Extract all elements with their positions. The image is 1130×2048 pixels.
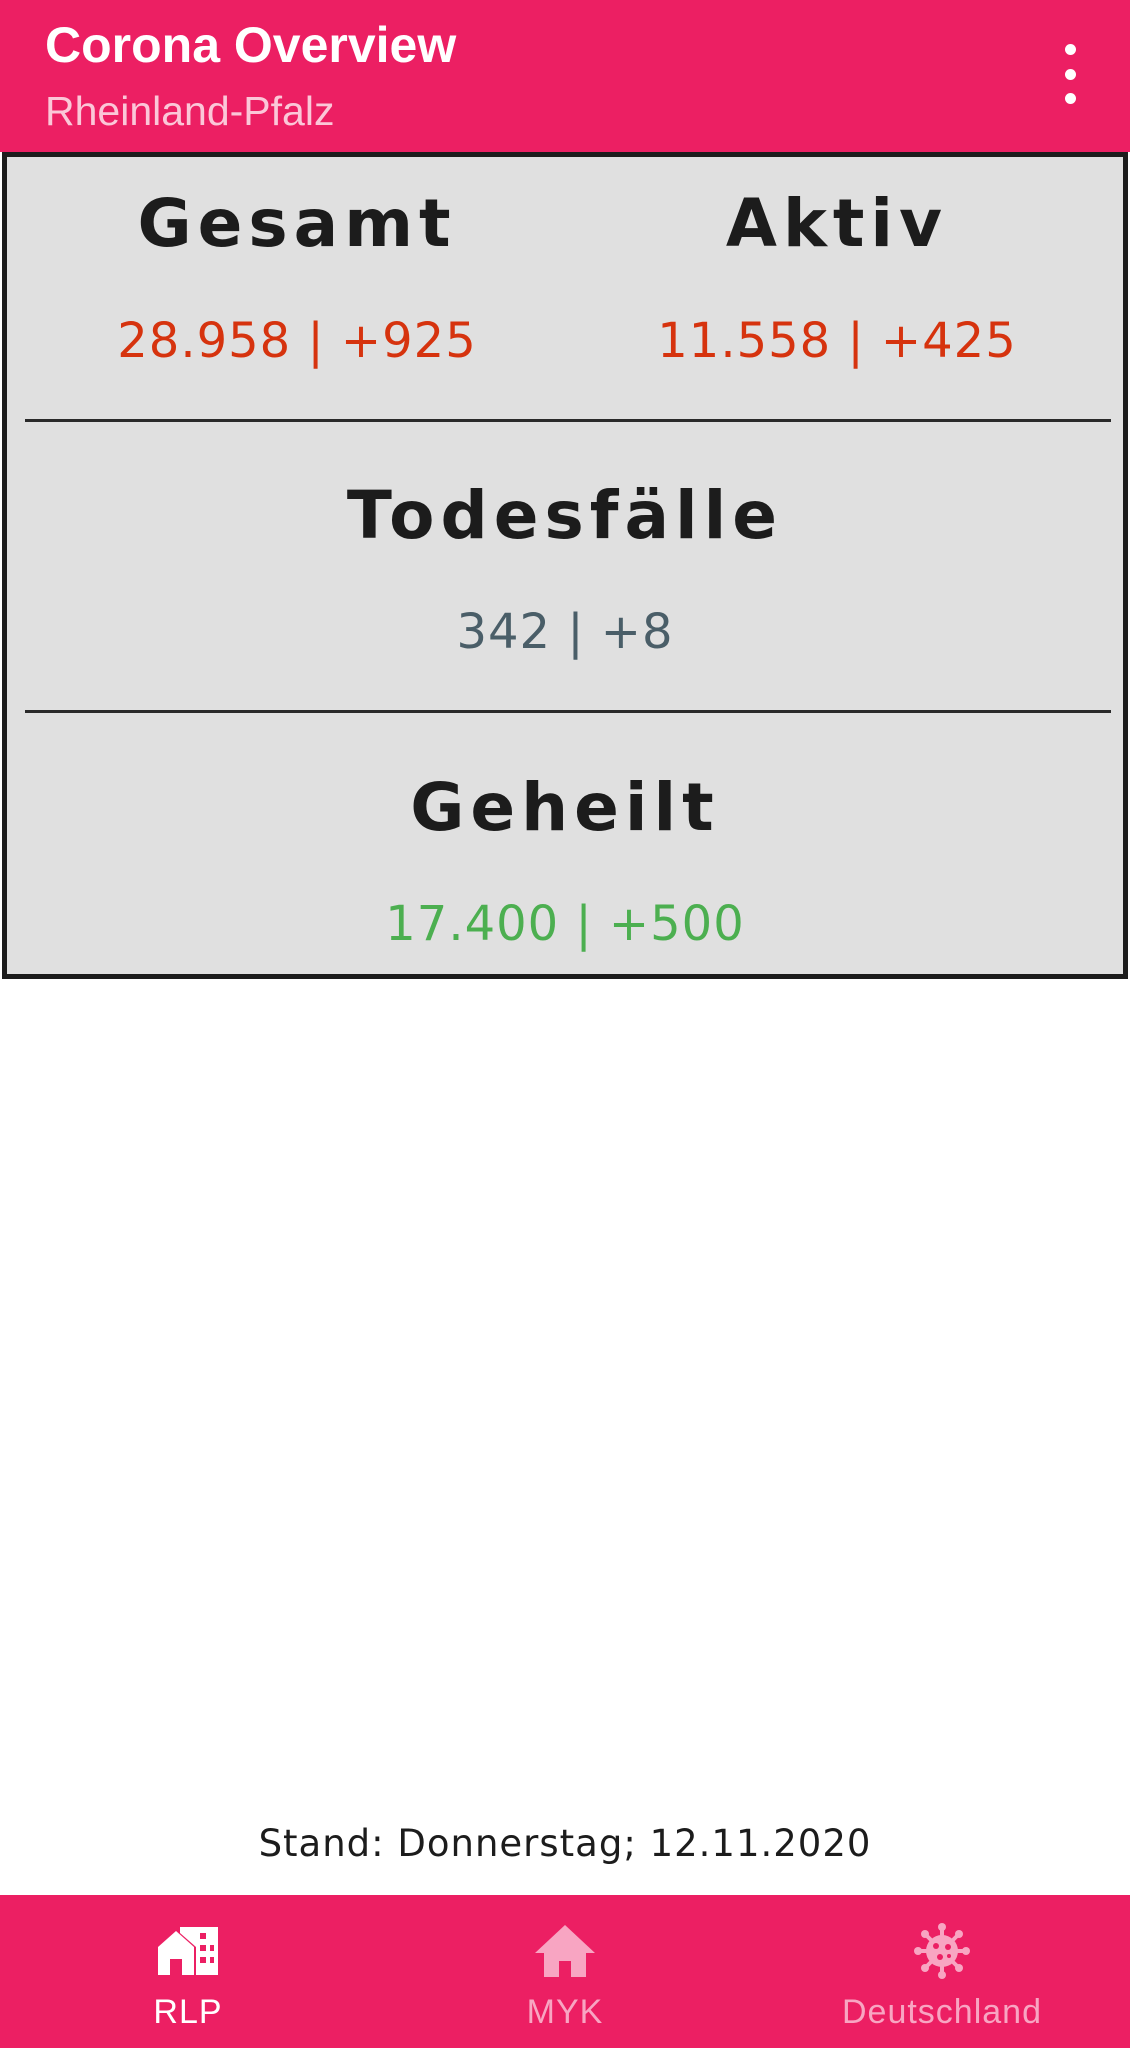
menu-dot [1064,93,1076,104]
divider [25,710,1111,713]
divider [25,419,1111,422]
aktiv-label: Aktiv [725,185,949,262]
virus-icon [914,1923,970,1979]
more-vert-icon[interactable] [1050,44,1090,104]
app-title: Corona Overview [45,17,457,73]
geheilt-value: 17.400 | +500 [385,896,745,952]
todesfaelle-value: 342 | +8 [456,604,674,660]
nav-label-deutschland: Deutschland [841,1993,1042,2031]
aktiv-value: 11.558 | +425 [657,313,1017,369]
city-home-icon [158,1927,218,1975]
app-bar: Corona Overview Rheinland-Pfalz [0,0,1130,152]
gesamt-value: 28.958 | +925 [117,313,477,369]
bottom-navigation: RLP MYK Deutschland [0,1895,1130,2048]
nav-label-myk: MYK [526,1993,604,2031]
nav-item-deutschland[interactable]: Deutschland [754,1895,1130,2048]
nav-item-myk[interactable]: MYK [377,1895,753,2048]
gesamt-label: Gesamt [137,185,457,262]
stats-card: Gesamt 28.958 | +925 Aktiv 11.558 | +425… [2,152,1128,979]
todesfaelle-label: Todesfälle [346,477,784,554]
app-subtitle: Rheinland-Pfalz [45,88,335,134]
nav-item-rlp[interactable]: RLP [0,1895,376,2048]
stand-date: Stand: Donnerstag; 12.11.2020 [258,1822,872,1865]
menu-dot [1064,68,1076,80]
menu-dot [1064,44,1076,55]
nav-label-rlp: RLP [153,1993,223,2031]
home-icon [535,1925,595,1977]
geheilt-label: Geheilt [410,769,720,846]
